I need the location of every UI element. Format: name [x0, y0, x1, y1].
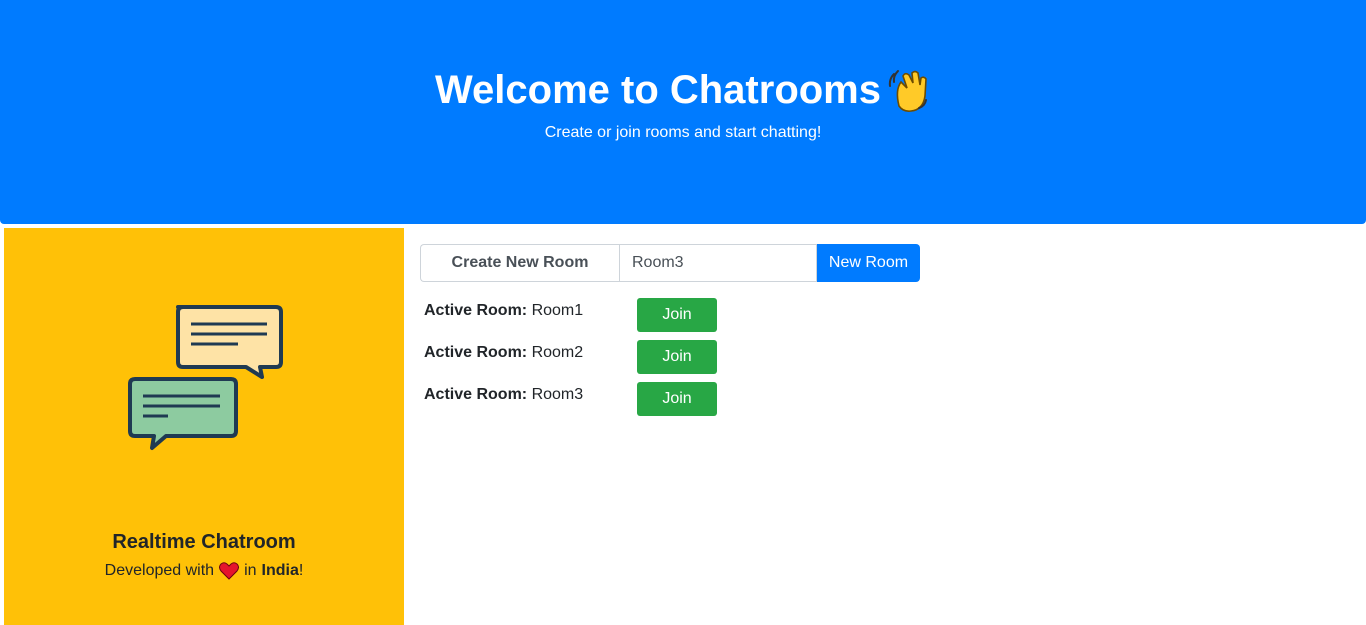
credit-middle: in [244, 562, 257, 579]
create-room-label: Create New Room [420, 244, 619, 282]
room-info: Active Room: Room3 [424, 385, 583, 405]
credit-prefix: Developed with [104, 562, 215, 579]
page-title: Welcome to Chatrooms [0, 64, 1366, 116]
room-info: Active Room: Room2 [424, 343, 583, 363]
page-title-text: Welcome to Chatrooms [435, 68, 881, 112]
heart-icon [219, 562, 240, 580]
join-button[interactable]: Join [637, 340, 717, 374]
chat-bubbles-illustration [128, 305, 283, 450]
waving-hand-icon [888, 70, 927, 112]
page-subtitle: Create or join rooms and start chatting! [544, 124, 822, 141]
info-card: Realtime Chatroom Developed with in Indi… [4, 228, 404, 625]
join-button[interactable]: Join [637, 382, 717, 416]
credit-suffix: ! [298, 562, 304, 579]
developer-credit: Developed with in India! [4, 561, 404, 581]
room-row: Active Room: Room1 Join [424, 298, 724, 332]
credit-country: India [261, 562, 299, 579]
room-row: Active Room: Room2 Join [424, 340, 724, 374]
room-name-input[interactable] [619, 244, 817, 282]
create-room-form: Create New Room New Room [420, 244, 920, 282]
room-name: Room3 [531, 386, 584, 403]
card-title: Realtime Chatroom [112, 531, 296, 553]
active-room-label: Active Room: [424, 344, 528, 361]
room-name: Room1 [531, 302, 584, 319]
new-room-button[interactable]: New Room [817, 244, 920, 282]
room-name: Room2 [531, 344, 584, 361]
hero-banner: Welcome to Chatrooms Create or join room… [0, 0, 1366, 224]
room-info: Active Room: Room1 [424, 301, 583, 321]
room-row: Active Room: Room3 Join [424, 382, 724, 416]
join-button[interactable]: Join [637, 298, 717, 332]
active-room-label: Active Room: [424, 386, 528, 403]
active-room-label: Active Room: [424, 302, 528, 319]
